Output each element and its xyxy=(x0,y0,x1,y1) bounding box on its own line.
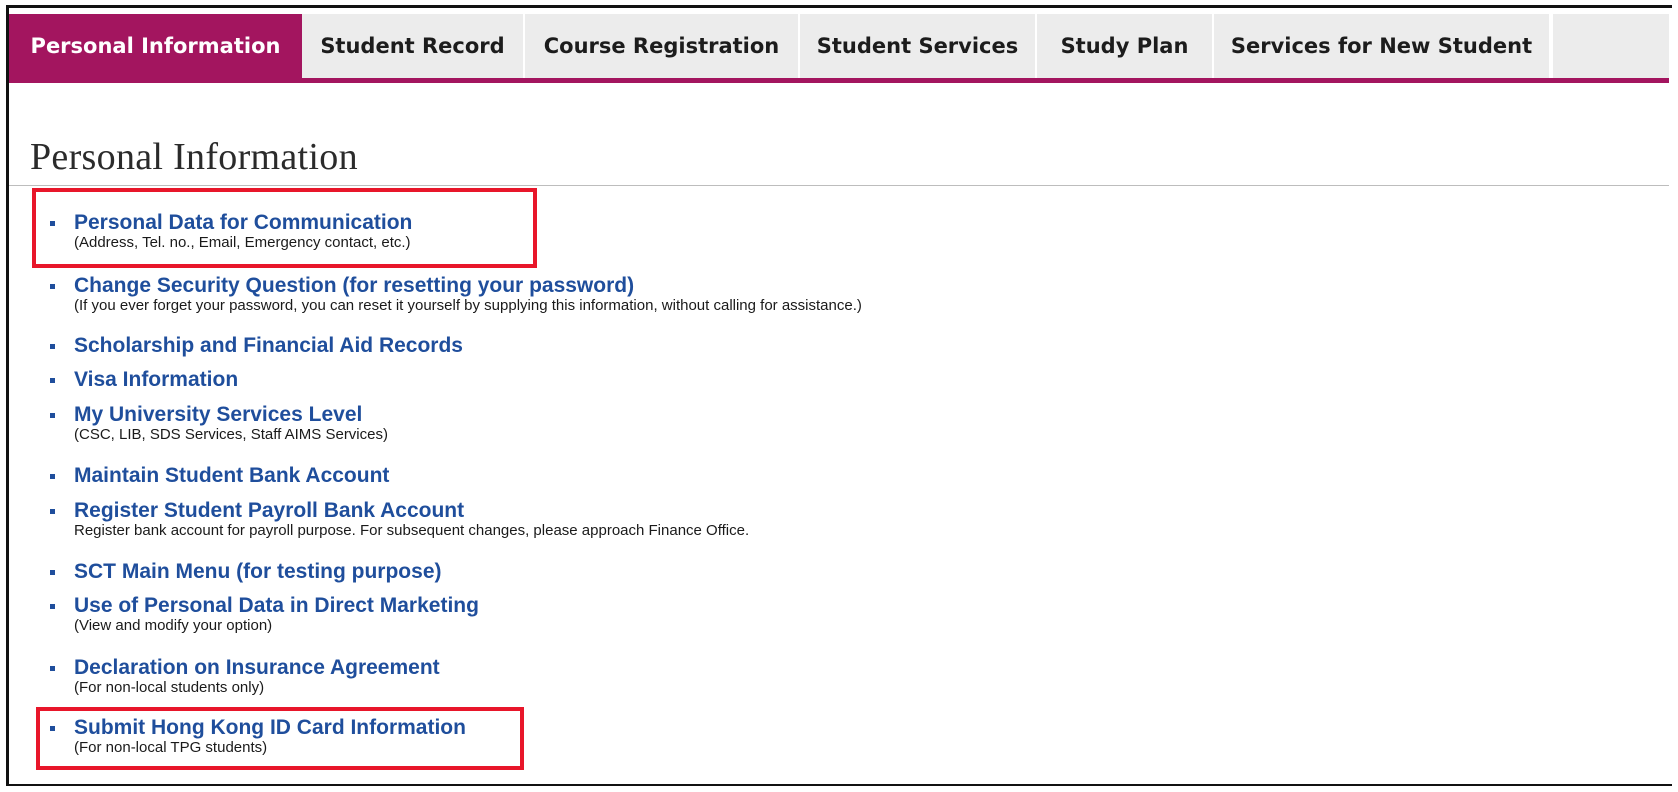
personal-data-description: (Address, Tel. no., Email, Emergency con… xyxy=(74,234,411,251)
services-level-link[interactable]: My University Services Level xyxy=(74,403,362,427)
insurance-agreement-description: (For non-local students only) xyxy=(74,679,265,696)
bullet-icon xyxy=(50,726,55,731)
insurance-agreement-link[interactable]: Declaration on Insurance Agreement xyxy=(74,656,440,680)
sct-main-menu-link[interactable]: SCT Main Menu (for testing purpose) xyxy=(74,560,442,584)
payroll-account-link[interactable]: Register Student Payroll Bank Account xyxy=(74,499,464,523)
title-divider xyxy=(9,185,1669,186)
personal-data-link[interactable]: Personal Data for Communication xyxy=(74,211,412,235)
bullet-icon xyxy=(50,344,55,349)
tab-personal-information[interactable]: Personal Information xyxy=(9,14,302,78)
direct-marketing-description: (View and modify your option) xyxy=(74,617,273,634)
bullet-icon xyxy=(50,604,55,609)
main-tab-bar: Personal Information Student Record Cour… xyxy=(9,14,1669,78)
security-question-description: (If you ever forget your password, you c… xyxy=(74,297,862,314)
direct-marketing-link[interactable]: Use of Personal Data in Direct Marketing xyxy=(74,594,479,618)
bullet-icon xyxy=(50,378,55,383)
tab-bar-filler xyxy=(1551,14,1669,78)
tab-student-services[interactable]: Student Services xyxy=(800,14,1037,78)
bullet-icon xyxy=(50,570,55,575)
bullet-icon xyxy=(50,474,55,479)
bullet-icon xyxy=(50,509,55,514)
security-question-link[interactable]: Change Security Question (for resetting … xyxy=(74,274,634,298)
bullet-icon xyxy=(50,413,55,418)
tab-student-record[interactable]: Student Record xyxy=(302,14,525,78)
scholarship-link[interactable]: Scholarship and Financial Aid Records xyxy=(74,334,463,358)
bullet-icon xyxy=(50,284,55,289)
bullet-icon xyxy=(50,666,55,671)
tab-bar-underline xyxy=(9,78,1669,83)
bank-account-link[interactable]: Maintain Student Bank Account xyxy=(74,464,389,488)
payroll-account-description: Register bank account for payroll purpos… xyxy=(74,522,750,539)
tab-services-for-new-student[interactable]: Services for New Student xyxy=(1214,14,1551,78)
tab-course-registration[interactable]: Course Registration xyxy=(525,14,800,78)
tab-study-plan[interactable]: Study Plan xyxy=(1037,14,1214,78)
visa-information-link[interactable]: Visa Information xyxy=(74,368,238,392)
services-level-description: (CSC, LIB, SDS Services, Staff AIMS Serv… xyxy=(74,426,388,443)
page-title: Personal Information xyxy=(30,136,358,178)
bullet-icon xyxy=(50,221,55,226)
hkid-card-description: (For non-local TPG students) xyxy=(74,739,268,756)
hkid-card-link[interactable]: Submit Hong Kong ID Card Information xyxy=(74,716,466,740)
